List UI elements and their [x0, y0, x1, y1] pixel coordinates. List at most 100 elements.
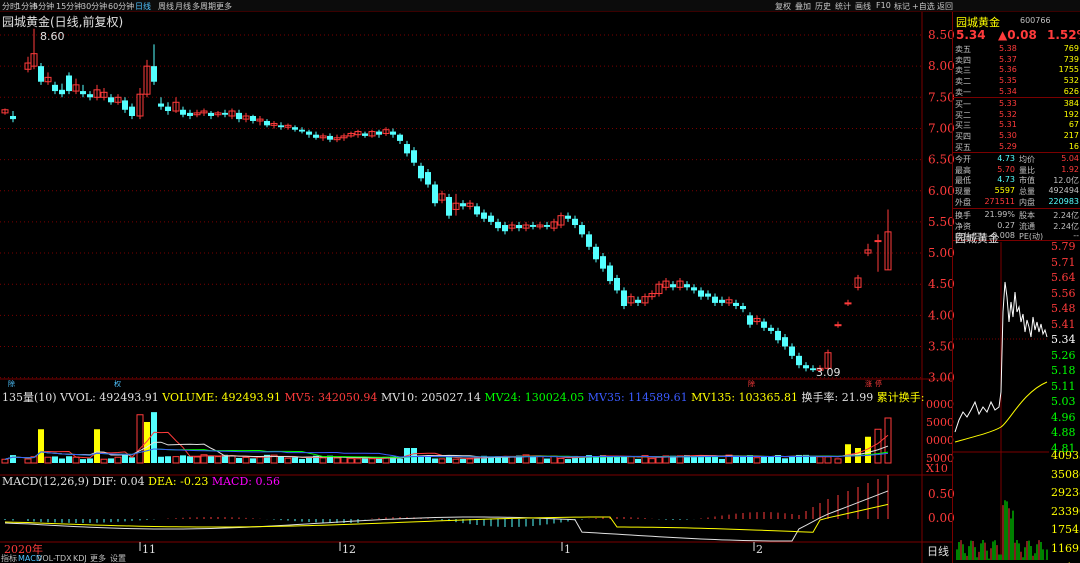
candle-down	[495, 221, 501, 229]
period-tab[interactable]: 更多	[216, 1, 232, 12]
volume-bar	[544, 458, 550, 463]
price-tick: 5.00	[928, 246, 955, 260]
period-tab[interactable]: 60分钟	[108, 1, 134, 12]
intraday-price-tick: 5.71	[1051, 255, 1076, 269]
intraday-price-tick: 4.96	[1051, 410, 1076, 424]
candle-down	[586, 234, 592, 247]
volume-bar	[165, 456, 171, 463]
volume-bar	[250, 458, 256, 463]
intraday-price-tick: 5.41	[1051, 317, 1076, 331]
volume-bar	[816, 456, 824, 464]
candle-up	[844, 302, 852, 305]
bid-row: 5.30	[999, 131, 1017, 141]
candle-down	[313, 134, 319, 138]
price-change: ▲0.08	[998, 28, 1037, 42]
toolbar-button[interactable]: 统计	[835, 1, 851, 12]
period-tab[interactable]: 15分钟	[56, 1, 82, 12]
intraday-volume-tick: 23390	[1051, 504, 1080, 518]
stat-row: 0.27	[997, 220, 1015, 230]
candle-down	[327, 135, 333, 140]
period-tab[interactable]: 多周期	[192, 1, 216, 12]
toolbar-button[interactable]: 叠加	[795, 1, 811, 12]
volume-bar	[753, 457, 761, 464]
toolbar-button[interactable]: F10	[876, 1, 891, 10]
volume-bar	[52, 456, 58, 463]
period-tab[interactable]: 月线	[175, 1, 191, 12]
bid-row: 买一	[955, 100, 971, 109]
chart-title: 园城黄金(日线,前复权)	[2, 15, 124, 29]
ask-row: 5.37	[999, 54, 1017, 64]
volume-bar	[208, 455, 214, 463]
candle-down	[698, 290, 704, 297]
volume-bar	[635, 458, 641, 463]
max-price-label: 8.60	[40, 30, 65, 43]
indicator-tab[interactable]: VOL-TDX	[37, 554, 72, 563]
candle-down	[446, 196, 452, 216]
candle-down	[411, 150, 417, 163]
candle-down	[768, 327, 774, 331]
candle-down	[684, 284, 690, 288]
stat-row: 最高	[955, 165, 971, 175]
volume-bar	[810, 456, 816, 463]
candle-down	[614, 277, 620, 291]
volume-bar	[24, 458, 32, 464]
volume-bar	[319, 457, 327, 464]
candle-down	[187, 112, 193, 116]
volume-bar	[187, 456, 193, 463]
bid-row: 384	[1063, 99, 1079, 108]
toolbar-button[interactable]: 复权	[775, 1, 791, 12]
toolbar-button[interactable]: 返回	[937, 1, 953, 12]
candle-down	[292, 127, 298, 130]
toolbar-button[interactable]: 历史	[815, 1, 831, 12]
volume-bar	[87, 458, 93, 463]
volume-bar	[94, 429, 100, 463]
ask-row: 5.38	[999, 44, 1017, 53]
indicator-tab[interactable]: 指标	[1, 553, 17, 563]
stat-row: 2.24亿	[1053, 221, 1079, 231]
volume-bar	[180, 455, 186, 463]
candle-down	[80, 91, 86, 95]
candle-down	[733, 302, 739, 307]
price-tick: 4.00	[928, 308, 955, 322]
candle-down	[158, 103, 164, 107]
candle-down	[796, 355, 802, 366]
x-axis-label: 12	[342, 543, 356, 556]
intraday-price-tick: 5.34	[1051, 333, 1076, 346]
bid-row: 67	[1068, 120, 1079, 130]
candle-down	[59, 89, 65, 95]
candle-down	[670, 284, 676, 288]
quote-panel: 园城黄金6007665.34▲0.081.52%卖五5.38769卖四5.377…	[952, 12, 1080, 563]
candle-down	[87, 94, 93, 98]
volume-bar	[607, 456, 613, 463]
volume-bar	[129, 457, 135, 463]
x-axis-label: 11	[142, 543, 156, 556]
toolbar-button[interactable]: 标记	[894, 1, 910, 12]
x-axis-label: 1	[564, 543, 571, 556]
volume-bar	[228, 455, 236, 464]
indicator-tab[interactable]: 更多	[90, 553, 106, 563]
period-tab[interactable]: 5分钟	[33, 1, 54, 12]
indicator-tab[interactable]: 设置	[110, 553, 126, 563]
period-tab[interactable]: 30分钟	[81, 1, 107, 12]
period-tab[interactable]: 周线	[158, 1, 174, 12]
period-tab[interactable]: 日线	[135, 1, 151, 12]
intraday-chart[interactable]	[953, 242, 1049, 560]
volume-bar	[536, 456, 544, 464]
toolbar-button[interactable]: 画线	[855, 1, 871, 12]
volume-bar	[151, 412, 157, 463]
indicator-tab[interactable]: KDJ	[73, 554, 87, 563]
toolbar-button[interactable]: +自选	[912, 1, 935, 12]
volume-bar	[10, 455, 16, 463]
bid-row: 5.33	[999, 99, 1017, 108]
intraday-volume-tick: 17543	[1051, 523, 1080, 537]
volume-bar	[193, 456, 201, 464]
candle-down	[621, 290, 627, 307]
intraday-volume-tick: 40933	[1051, 449, 1080, 462]
volume-bar	[782, 458, 788, 463]
price-tick: 3.00	[928, 371, 955, 385]
stat-row: 现量	[955, 187, 971, 197]
stat-row: 4.73	[997, 154, 1015, 163]
volume-bar	[80, 459, 86, 463]
ask-row: 卖三	[955, 66, 971, 76]
candle-down	[691, 287, 697, 291]
